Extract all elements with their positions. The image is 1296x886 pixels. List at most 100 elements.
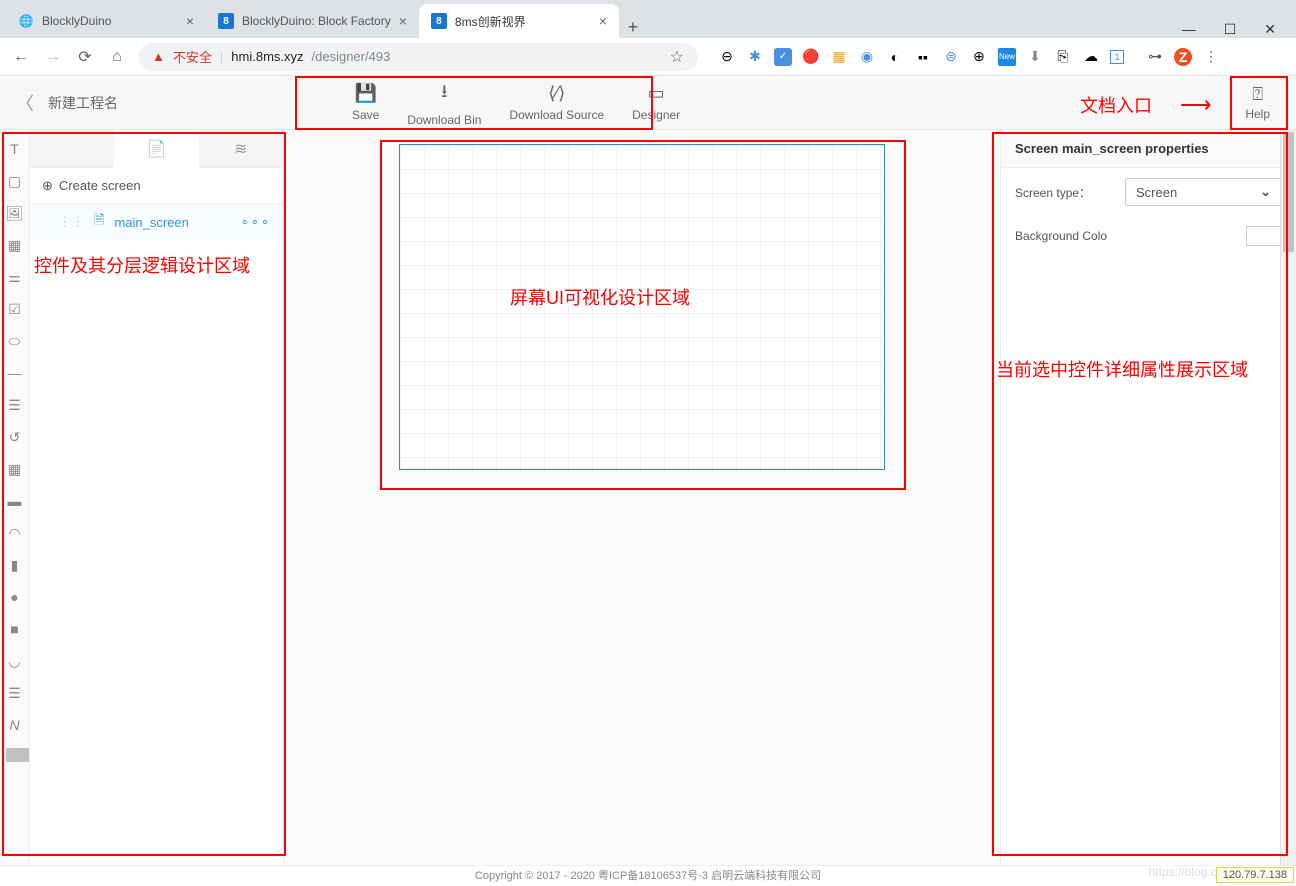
tab-block-factory[interactable]: 8 BlocklyDuino: Block Factory × <box>206 4 419 38</box>
designer-button[interactable]: ▭ Designer <box>618 75 694 131</box>
arc-icon[interactable]: ◡ <box>6 652 24 670</box>
ext-icon[interactable]: 1 <box>1110 50 1124 64</box>
refresh-icon[interactable]: ↺ <box>6 428 24 446</box>
app-body: T ▢ 🖼 ▦ ⚌ ☑ ⬭ — ☰ ↺ ▦ ▬ ◠ ▮ ● ■ ◡ ☰ N <box>0 130 1296 865</box>
panel-tab-screens[interactable]: 📄 <box>114 131 198 168</box>
more-icon[interactable]: ∘∘∘ <box>241 214 271 230</box>
download-source-button[interactable]: ⟨⁄⟩ Download Source <box>495 75 618 131</box>
ext-icon[interactable]: ✱ <box>746 48 764 66</box>
toolbar-label: Designer <box>632 108 680 122</box>
close-icon[interactable]: × <box>186 13 194 29</box>
app-icon: 8 <box>218 13 234 29</box>
ext-icon[interactable]: New <box>998 48 1016 66</box>
tab-8ms[interactable]: 8 8ms创新视界 × <box>419 4 619 38</box>
menu-icon[interactable]: ⋮ <box>1202 48 1220 66</box>
scrollbar[interactable] <box>1280 130 1296 865</box>
properties-title: Screen main_screen properties <box>1001 130 1296 168</box>
grid-icon[interactable]: ▦ <box>6 460 24 478</box>
create-screen-label: Create screen <box>59 178 141 193</box>
ip-badge: 120.79.7.138 <box>1216 867 1294 883</box>
slider-icon[interactable]: ⚌ <box>6 268 24 286</box>
toolbar-label: Download Bin <box>407 113 481 127</box>
ext-icon[interactable]: ▪▪ <box>914 48 932 66</box>
bookmark-icon[interactable]: ☆ <box>670 47 684 67</box>
ext-icon[interactable]: ✓ <box>774 48 792 66</box>
rect-tool-icon[interactable]: ▢ <box>6 172 24 190</box>
save-button[interactable]: 💾 Save <box>338 75 393 131</box>
close-icon[interactable]: ✕ <box>1264 21 1276 38</box>
prop-screen-type: Screen type： Screen ⌄ <box>1001 168 1296 216</box>
ext-icon[interactable]: ◐ <box>886 48 904 66</box>
new-tab-button[interactable]: + <box>619 17 647 38</box>
image-tool-icon[interactable]: 🖼 <box>6 204 24 222</box>
ext-icon[interactable]: ⊕ <box>970 48 988 66</box>
ext-icon[interactable]: ☁ <box>1082 48 1100 66</box>
screen-item-main[interactable]: ⋮⋮ 🗎 main_screen ∘∘∘ <box>30 204 283 240</box>
ext-icon[interactable]: ⊜ <box>942 48 960 66</box>
tab-title: BlocklyDuino: Block Factory <box>242 14 391 28</box>
window-controls: — ☐ ✕ <box>1182 21 1296 38</box>
panel-tab-blank[interactable] <box>30 130 114 167</box>
wave-icon[interactable]: N <box>6 716 24 734</box>
copyright-text: Copyright © 2017 - 2020 粤ICP备18106537号-3… <box>475 870 821 882</box>
key-icon[interactable]: ⊶ <box>1146 48 1164 66</box>
panel-tabs: 📄 ≋ <box>30 130 283 168</box>
reload-icon[interactable]: ⟳ <box>74 47 96 67</box>
square-icon[interactable]: ■ <box>6 620 24 638</box>
ext-icon[interactable]: ⊖ <box>718 48 736 66</box>
panel-icon[interactable]: ▬ <box>6 492 24 510</box>
create-screen-button[interactable]: ⊕ Create screen <box>30 168 283 204</box>
save-icon: 💾 <box>354 83 376 104</box>
maximize-icon[interactable]: ☐ <box>1224 21 1237 38</box>
plus-circle-icon: ⊕ <box>42 178 53 194</box>
scrollbar-thumb[interactable] <box>1283 132 1294 252</box>
toolbar-label: Save <box>352 108 379 122</box>
app-header: 〈 新建工程名 💾 Save ⭳ Download Bin ⟨⁄⟩ Downlo… <box>0 76 1296 130</box>
screen-type-select[interactable]: Screen ⌄ <box>1125 178 1282 206</box>
ext-icon[interactable]: ⬇ <box>1026 48 1044 66</box>
text-tool-icon[interactable]: T <box>6 140 24 158</box>
close-icon[interactable]: × <box>399 13 407 29</box>
home-icon[interactable]: ⌂ <box>106 48 128 66</box>
browser-tabs: 🌐 BlocklyDuino × 8 BlocklyDuino: Block F… <box>0 0 1296 38</box>
address-bar: ← → ⟳ ⌂ ▲ 不安全 | hmi.8ms.xyz/designer/493… <box>0 38 1296 76</box>
profile-avatar[interactable]: Z <box>1174 48 1192 66</box>
line-icon[interactable]: — <box>6 364 24 382</box>
checkbox-icon[interactable]: ☑ <box>6 300 24 318</box>
url-path: /designer/493 <box>312 49 391 64</box>
circle-icon[interactable]: ● <box>6 588 24 606</box>
tab-title: BlocklyDuino <box>42 14 178 28</box>
tab-blocklyduino[interactable]: 🌐 BlocklyDuino × <box>6 4 206 38</box>
design-canvas[interactable] <box>399 144 885 470</box>
drag-handle-icon: ⋮⋮ <box>58 214 84 230</box>
calendar-icon[interactable]: ▦ <box>6 236 24 254</box>
ext-icon[interactable]: ◉ <box>858 48 876 66</box>
back-area[interactable]: 〈 新建工程名 <box>16 90 118 116</box>
ext-icon[interactable]: ▦ <box>830 48 848 66</box>
row-icon[interactable]: ☰ <box>6 684 24 702</box>
minimize-icon[interactable]: — <box>1182 21 1196 38</box>
prop-label: Background Colo <box>1015 229 1145 243</box>
extensions: ⊖ ✱ ✓ 🔴 ▦ ◉ ◐ ▪▪ ⊜ ⊕ New ⬇ ⎘ ☁ 1 ⊶ Z ⋮ <box>718 48 1220 66</box>
bg-color-swatch[interactable] <box>1246 226 1282 246</box>
forward-icon[interactable]: → <box>42 48 64 66</box>
help-button[interactable]: ⍰ Help <box>1235 84 1280 121</box>
gauge-icon[interactable]: ◠ <box>6 524 24 542</box>
url-input[interactable]: ▲ 不安全 | hmi.8ms.xyz/designer/493 ☆ <box>138 43 698 71</box>
close-icon[interactable]: × <box>599 13 607 29</box>
list-icon[interactable]: ☰ <box>6 396 24 414</box>
ext-icon[interactable]: ⎘ <box>1054 48 1072 66</box>
switch-icon[interactable]: ⬭ <box>6 332 24 350</box>
globe-icon: 🌐 <box>18 13 34 29</box>
download-bin-button[interactable]: ⭳ Download Bin <box>393 75 495 131</box>
icon-rail: T ▢ 🖼 ▦ ⚌ ☑ ⬭ — ☰ ↺ ▦ ▬ ◠ ▮ ● ■ ◡ ☰ N <box>0 130 30 865</box>
canvas-area <box>284 130 1000 865</box>
properties-panel: Screen main_screen properties Screen typ… <box>1000 130 1296 865</box>
url-host: hmi.8ms.xyz <box>231 49 303 64</box>
file-icon: 📄 <box>147 139 167 159</box>
back-icon[interactable]: ← <box>10 48 32 66</box>
bar-icon[interactable]: ▮ <box>6 556 24 574</box>
ext-icon[interactable]: 🔴 <box>802 48 820 66</box>
not-secure-label: 不安全 <box>173 47 212 66</box>
panel-tab-layers[interactable]: ≋ <box>199 130 283 167</box>
